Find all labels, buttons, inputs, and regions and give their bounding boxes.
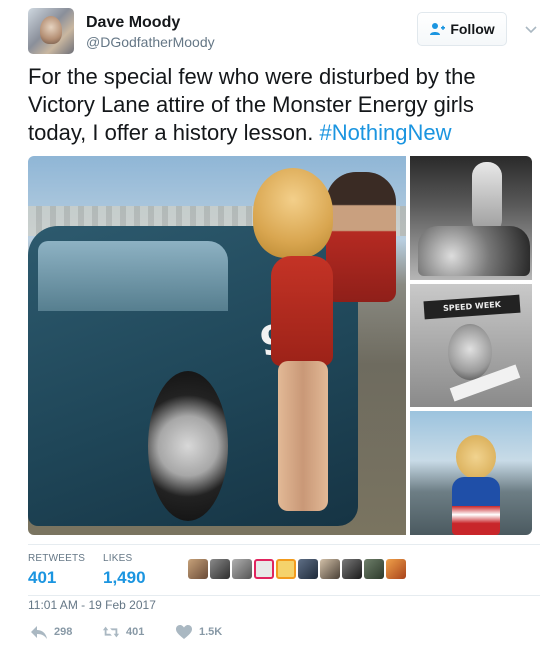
chevron-down-icon[interactable] (524, 22, 538, 36)
man-figure (326, 172, 396, 302)
liker-avatar-9[interactable] (364, 559, 384, 579)
liker-avatar-2[interactable] (210, 559, 230, 579)
retweets-stat[interactable]: RETWEETS 401 (28, 553, 85, 588)
retweets-count[interactable]: 401 (28, 568, 85, 588)
liker-avatar-1[interactable] (188, 559, 208, 579)
user-avatar[interactable] (28, 8, 74, 54)
woman-hair (456, 435, 496, 479)
likes-count[interactable]: 1,490 (103, 568, 146, 588)
liker-avatar-8[interactable] (342, 559, 362, 579)
liker-avatar-5[interactable] (276, 559, 296, 579)
side-photo-2[interactable]: SPEED WEEK (410, 284, 532, 407)
reply-count: 298 (54, 626, 73, 638)
side-photo-3[interactable] (410, 411, 532, 535)
retweet-icon (102, 626, 120, 638)
likes-stat[interactable]: LIKES 1,490 (103, 553, 146, 588)
retweets-label: RETWEETS (28, 553, 86, 564)
tweet-timestamp[interactable]: 11:01 AM - 19 Feb 2017 (28, 598, 156, 612)
author-handle[interactable]: @DGodfatherMoody (86, 34, 215, 50)
hashtag-link[interactable]: #NothingNew (319, 120, 451, 145)
flag-outfit (452, 477, 500, 535)
liker-avatar-10[interactable] (386, 559, 406, 579)
reply-icon (31, 626, 47, 639)
engagement-stats: RETWEETS 401 LIKES 1,490 (28, 544, 540, 596)
tweet-text: For the special few who were disturbed b… (28, 63, 538, 147)
reply-button[interactable]: 298 (30, 624, 72, 640)
main-photo[interactable]: 91 (28, 156, 406, 535)
add-person-icon (430, 23, 446, 35)
follow-button[interactable]: Follow (417, 12, 507, 46)
vintage-car (418, 226, 530, 276)
heart-icon (176, 625, 192, 639)
woman-hair (253, 168, 333, 258)
like-button[interactable]: 1.5K (175, 624, 222, 640)
liker-avatar-3[interactable] (232, 559, 252, 579)
statue-figure (472, 162, 502, 234)
woman-outfit (271, 256, 333, 366)
tweet-actions: 298 401 1.5K (30, 624, 330, 644)
media-grid: 91 SPEED WEEK (28, 156, 532, 535)
retweet-button[interactable]: 401 (102, 624, 144, 640)
car-windshield (38, 241, 228, 311)
liker-avatar-6[interactable] (298, 559, 318, 579)
follow-button-label: Follow (450, 21, 495, 37)
car-wheel (148, 371, 228, 521)
side-photo-1[interactable] (410, 156, 532, 280)
author-name[interactable]: Dave Moody (86, 14, 180, 32)
speed-week-sign: SPEED WEEK (423, 294, 521, 320)
retweet-count: 401 (126, 626, 145, 638)
woman-legs (278, 361, 328, 511)
liker-avatar-7[interactable] (320, 559, 340, 579)
like-count: 1.5K (199, 626, 223, 638)
likes-label: LIKES (103, 553, 133, 564)
liker-avatar-4[interactable] (254, 559, 274, 579)
queen-portrait (448, 324, 492, 380)
tweet-header: Dave Moody @DGodfatherMoody Follow (28, 8, 540, 54)
liker-avatars (188, 559, 406, 581)
